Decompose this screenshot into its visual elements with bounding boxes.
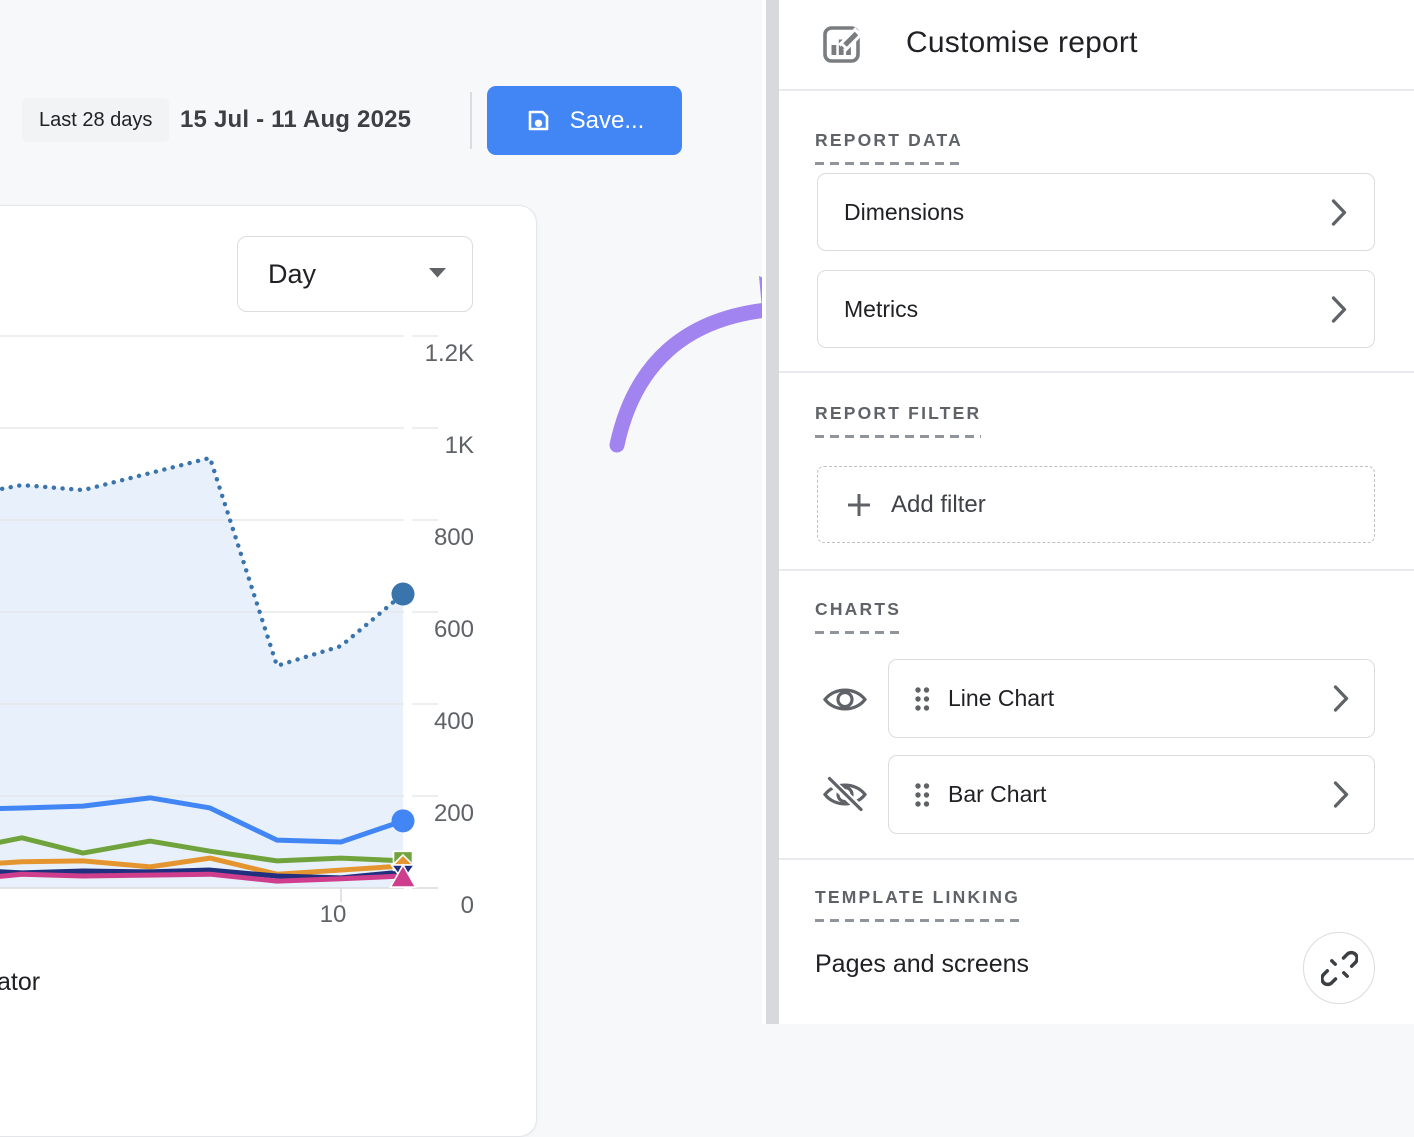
date-range-chip-label: Last 28 days (39, 109, 152, 132)
divider (779, 371, 1414, 373)
toolbar-divider (470, 92, 472, 149)
svg-text:10: 10 (320, 901, 347, 928)
svg-text:800: 800 (434, 524, 474, 551)
metrics-label: Metrics (844, 296, 918, 323)
chevron-right-icon (1331, 198, 1348, 227)
section-label-template-linking: TEMPLATE LINKING (815, 887, 1020, 922)
divider (779, 858, 1414, 860)
svg-text:1K: 1K (445, 432, 474, 459)
line-chart: 1.2K 1K 800 600 400 200 0 10 (0, 325, 535, 970)
save-button-label: Save... (570, 107, 645, 135)
customise-report-panel: Customise report REPORT DATA Dimensions … (779, 0, 1414, 1024)
plus-icon (845, 491, 873, 519)
vertical-scrollbar[interactable] (766, 0, 779, 1024)
unlink-template-button[interactable] (1303, 932, 1375, 1004)
svg-text:400: 400 (434, 708, 474, 735)
granularity-select-value: Day (268, 259, 316, 290)
partial-legend-text: ator (0, 968, 40, 997)
section-label-charts: CHARTS (815, 599, 901, 634)
section-label-report-data: REPORT DATA (815, 130, 963, 165)
drag-handle-icon[interactable] (913, 781, 931, 809)
bar-chart-label: Bar Chart (948, 781, 1046, 808)
drag-handle-icon[interactable] (913, 685, 931, 713)
add-filter-label: Add filter (891, 491, 986, 519)
section-label-report-filter: REPORT FILTER (815, 403, 981, 438)
svg-text:1.2K: 1.2K (425, 340, 474, 367)
dimensions-button[interactable]: Dimensions (817, 173, 1375, 251)
customise-report-icon (818, 21, 866, 74)
panel-title: Customise report (906, 26, 1138, 60)
svg-text:0: 0 (461, 892, 474, 919)
divider (779, 569, 1414, 571)
save-button[interactable]: Save... (487, 86, 682, 155)
dimensions-label: Dimensions (844, 199, 964, 226)
chevron-right-icon (1333, 684, 1350, 713)
divider (779, 89, 1414, 91)
save-icon (525, 107, 552, 134)
chevron-right-icon (1331, 295, 1348, 324)
template-name: Pages and screens (815, 950, 1029, 979)
svg-text:200: 200 (434, 800, 474, 827)
granularity-select[interactable]: Day (237, 236, 473, 312)
date-range-text: 15 Jul - 11 Aug 2025 (180, 98, 411, 142)
eye-icon[interactable] (822, 681, 870, 717)
svg-text:600: 600 (434, 616, 474, 643)
chevron-down-icon (429, 265, 446, 283)
line-chart-label: Line Chart (948, 685, 1054, 712)
unlink-icon (1321, 950, 1358, 987)
add-filter-button[interactable]: Add filter (817, 466, 1375, 543)
line-chart-row[interactable]: Line Chart (888, 659, 1375, 738)
metrics-button[interactable]: Metrics (817, 270, 1375, 348)
bar-chart-row[interactable]: Bar Chart (888, 755, 1375, 834)
chevron-right-icon (1333, 780, 1350, 809)
eye-off-icon[interactable] (822, 776, 870, 812)
date-range-chip[interactable]: Last 28 days (22, 98, 169, 142)
